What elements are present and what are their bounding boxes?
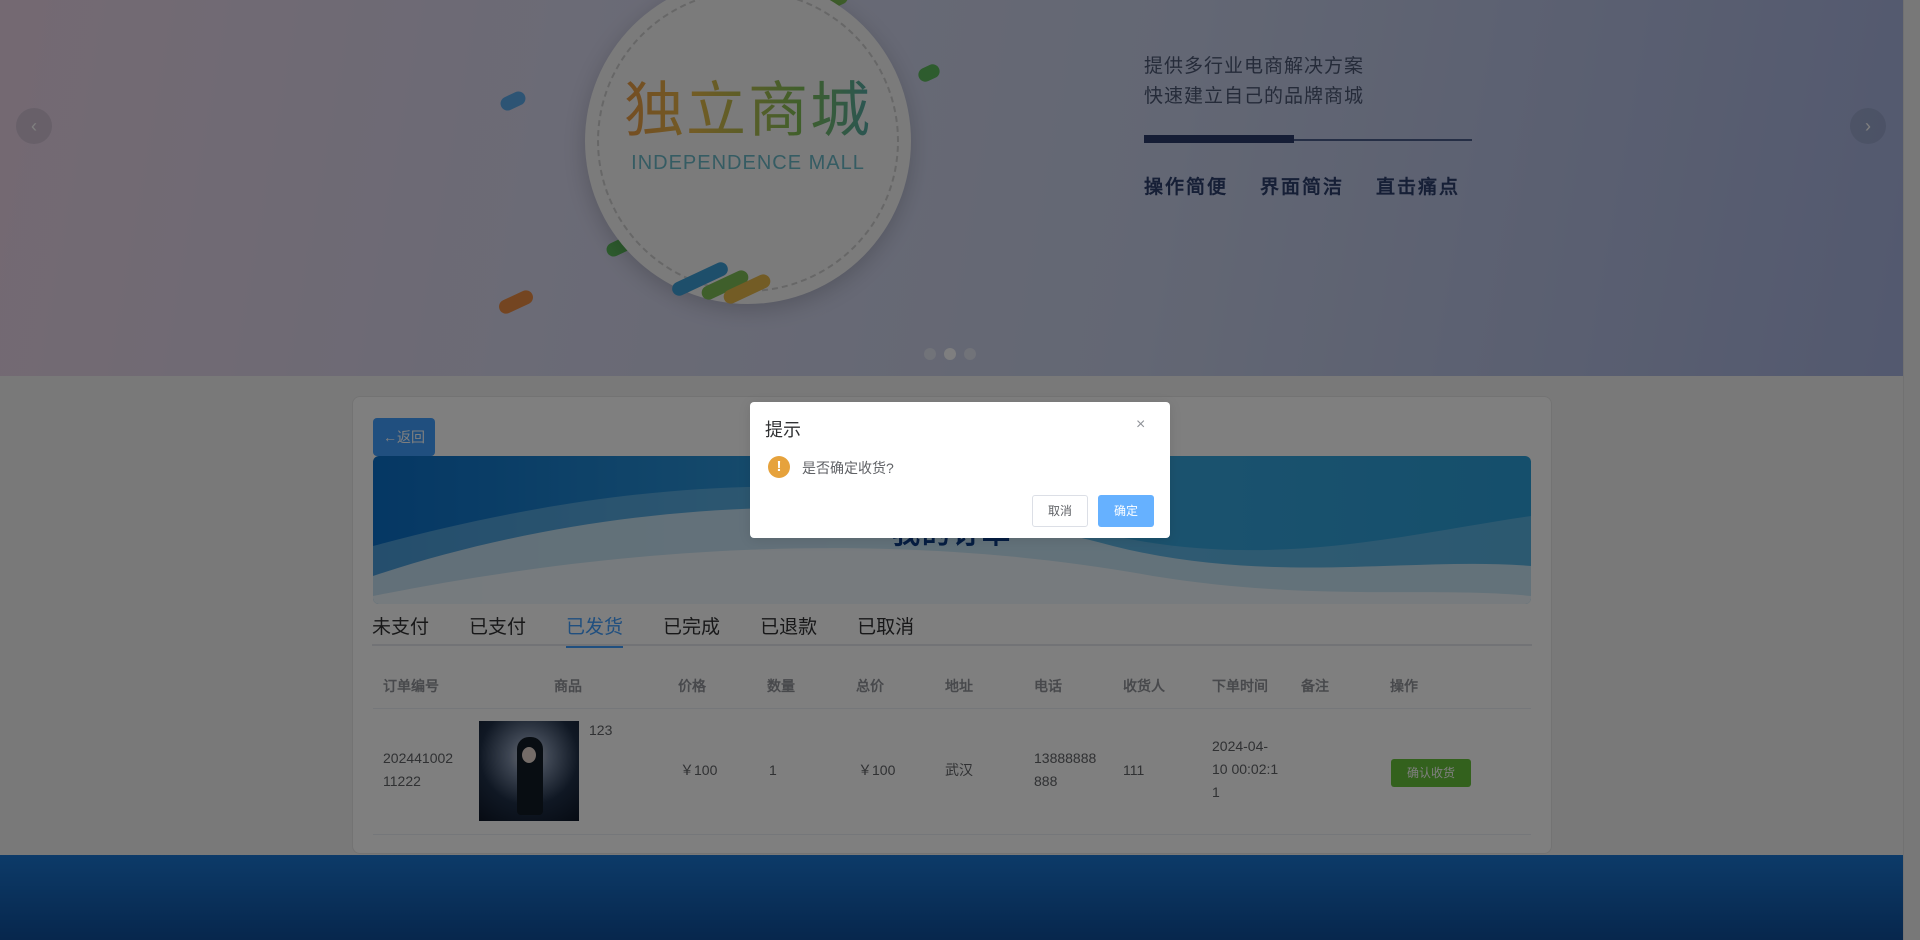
ok-button[interactable]: 确定 — [1098, 495, 1154, 527]
confirm-dialog: 提示 × ! 是否确定收货? 取消 确定 — [750, 402, 1170, 538]
cancel-button[interactable]: 取消 — [1032, 495, 1088, 527]
dialog-message: 是否确定收货? — [802, 460, 894, 476]
dialog-title: 提示 — [765, 420, 801, 440]
warning-icon: ! — [768, 456, 790, 478]
close-icon[interactable]: × — [1136, 416, 1145, 434]
